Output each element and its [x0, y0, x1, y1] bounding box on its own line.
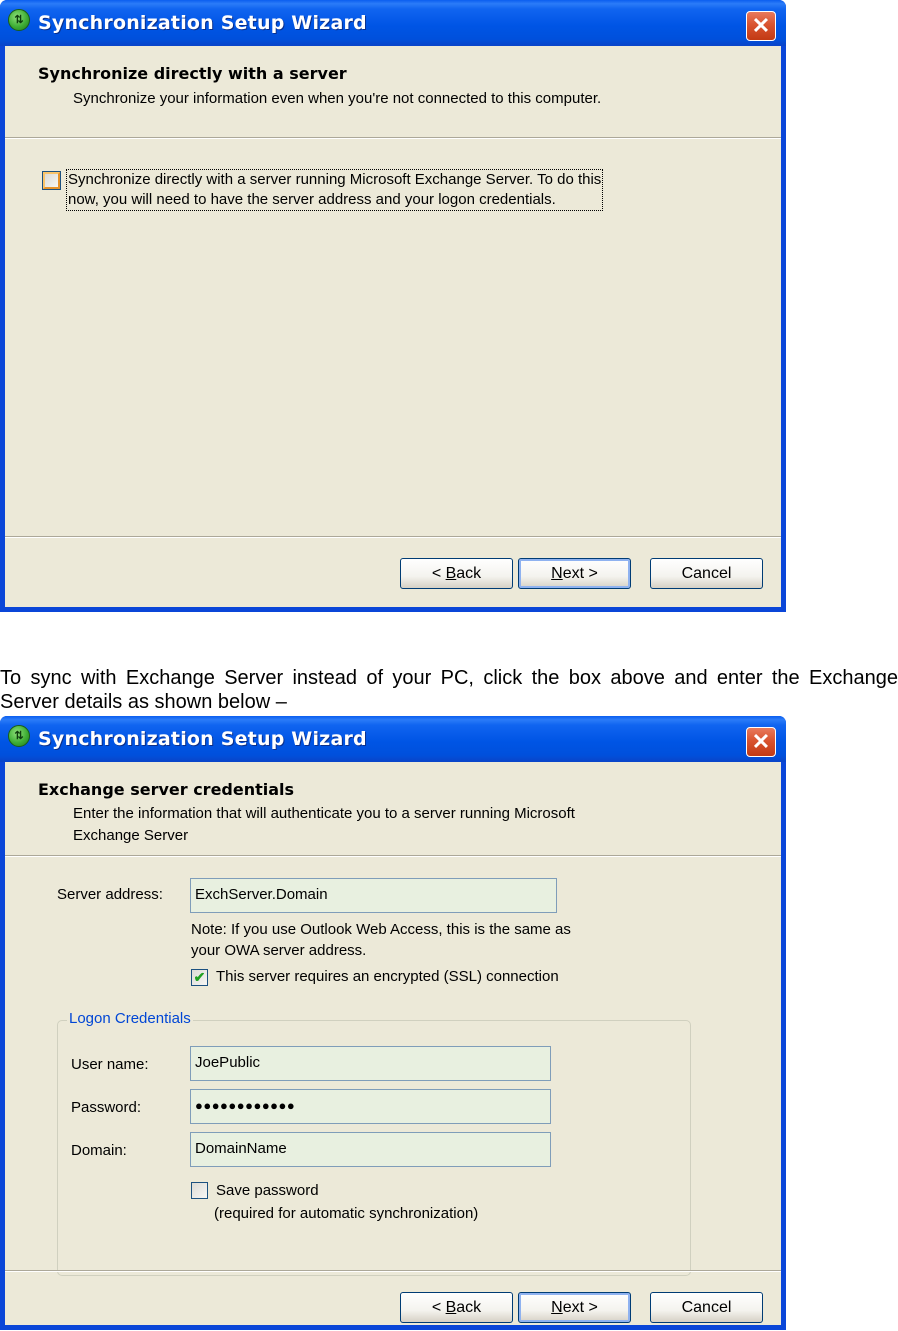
sync-exchange-checkbox-label[interactable]: Synchronize directly with a server runni… — [66, 169, 604, 211]
password-label: Password: — [71, 1099, 142, 1116]
server-address-label: Server address: — [57, 886, 163, 903]
back-mnemonic: B — [445, 565, 457, 582]
save-password-checkbox[interactable] — [191, 1182, 208, 1199]
page-subtitle-line-1: Enter the information that will authenti… — [73, 805, 575, 822]
next-button[interactable]: Next > — [518, 558, 631, 589]
next-rest: ext > — [562, 565, 598, 582]
back-rest: ack — [456, 1299, 482, 1316]
next-rest: ext > — [562, 1299, 598, 1316]
back-prefix: < — [431, 565, 446, 582]
save-password-sublabel: (required for automatic synchronization) — [214, 1205, 479, 1222]
cancel-button[interactable]: Cancel — [650, 558, 763, 589]
header-divider — [5, 137, 781, 139]
wizard-header: Synchronize directly with a server Synch… — [5, 46, 781, 138]
sync-exchange-checkbox[interactable] — [42, 171, 61, 190]
back-rest: ack — [456, 565, 482, 582]
domain-input[interactable]: DomainName — [190, 1132, 551, 1167]
window-title: Synchronization Setup Wizard — [38, 728, 367, 750]
next-button[interactable]: Next > — [518, 1292, 631, 1323]
username-label: User name: — [71, 1056, 149, 1073]
password-input[interactable]: ●●●●●●●●●●●● — [190, 1089, 551, 1124]
page-subtitle: Synchronize your information even when y… — [73, 90, 602, 107]
close-button[interactable]: ✕ — [746, 11, 776, 41]
logon-credentials-title: Logon Credentials — [67, 1010, 193, 1027]
owa-note-line-2: your OWA server address. — [191, 942, 367, 959]
close-icon: ✕ — [751, 13, 771, 38]
server-address-input[interactable]: ExchServer.Domain — [190, 878, 557, 913]
header-divider — [5, 855, 781, 857]
back-prefix: < — [431, 1299, 446, 1316]
back-button[interactable]: < Back — [400, 1292, 513, 1323]
close-icon: ✕ — [751, 729, 771, 754]
footer-divider — [5, 1270, 781, 1272]
checkbox-label-line-2: now, you will need to have the server ad… — [68, 191, 556, 208]
owa-note-line-1: Note: If you use Outlook Web Access, thi… — [191, 921, 571, 938]
dialog-client-area: Synchronize directly with a server Synch… — [5, 46, 781, 607]
close-button[interactable]: ✕ — [746, 727, 776, 757]
sync-icon: ⇅ — [8, 725, 30, 747]
page-title: Exchange server credentials — [38, 780, 295, 799]
next-mnemonic: N — [551, 565, 563, 582]
wizard-header: Exchange server credentials Enter the in… — [5, 762, 781, 856]
username-input[interactable]: JoePublic — [190, 1046, 551, 1081]
title-bar[interactable]: ⇅ Synchronization Setup Wizard ✕ — [0, 716, 786, 762]
back-button[interactable]: < Back — [400, 558, 513, 589]
domain-label: Domain: — [71, 1142, 127, 1159]
footer-divider — [5, 536, 781, 538]
next-mnemonic: N — [551, 1299, 563, 1316]
page-title: Synchronize directly with a server — [38, 64, 347, 83]
checkbox-label-line-1: Synchronize directly with a server runni… — [68, 171, 602, 188]
back-mnemonic: B — [445, 1299, 457, 1316]
ssl-checkbox[interactable]: ✔ — [191, 969, 208, 986]
ssl-checkbox-label[interactable]: This server requires an encrypted (SSL) … — [216, 967, 559, 987]
sync-wizard-dialog-1: ⇅ Synchronization Setup Wizard ✕ Synchro… — [0, 0, 786, 612]
save-password-label[interactable]: Save password — [216, 1181, 319, 1201]
page-subtitle-line-2: Exchange Server — [73, 827, 189, 844]
sync-icon: ⇅ — [8, 9, 30, 31]
instruction-text: To sync with Exchange Server instead of … — [0, 667, 898, 713]
dialog-client-area: Exchange server credentials Enter the in… — [5, 762, 781, 1325]
window-title: Synchronization Setup Wizard — [38, 12, 367, 34]
cancel-button[interactable]: Cancel — [650, 1292, 763, 1323]
sync-wizard-dialog-2: ⇅ Synchronization Setup Wizard ✕ Exchang… — [0, 716, 786, 1330]
title-bar[interactable]: ⇅ Synchronization Setup Wizard ✕ — [0, 0, 786, 46]
